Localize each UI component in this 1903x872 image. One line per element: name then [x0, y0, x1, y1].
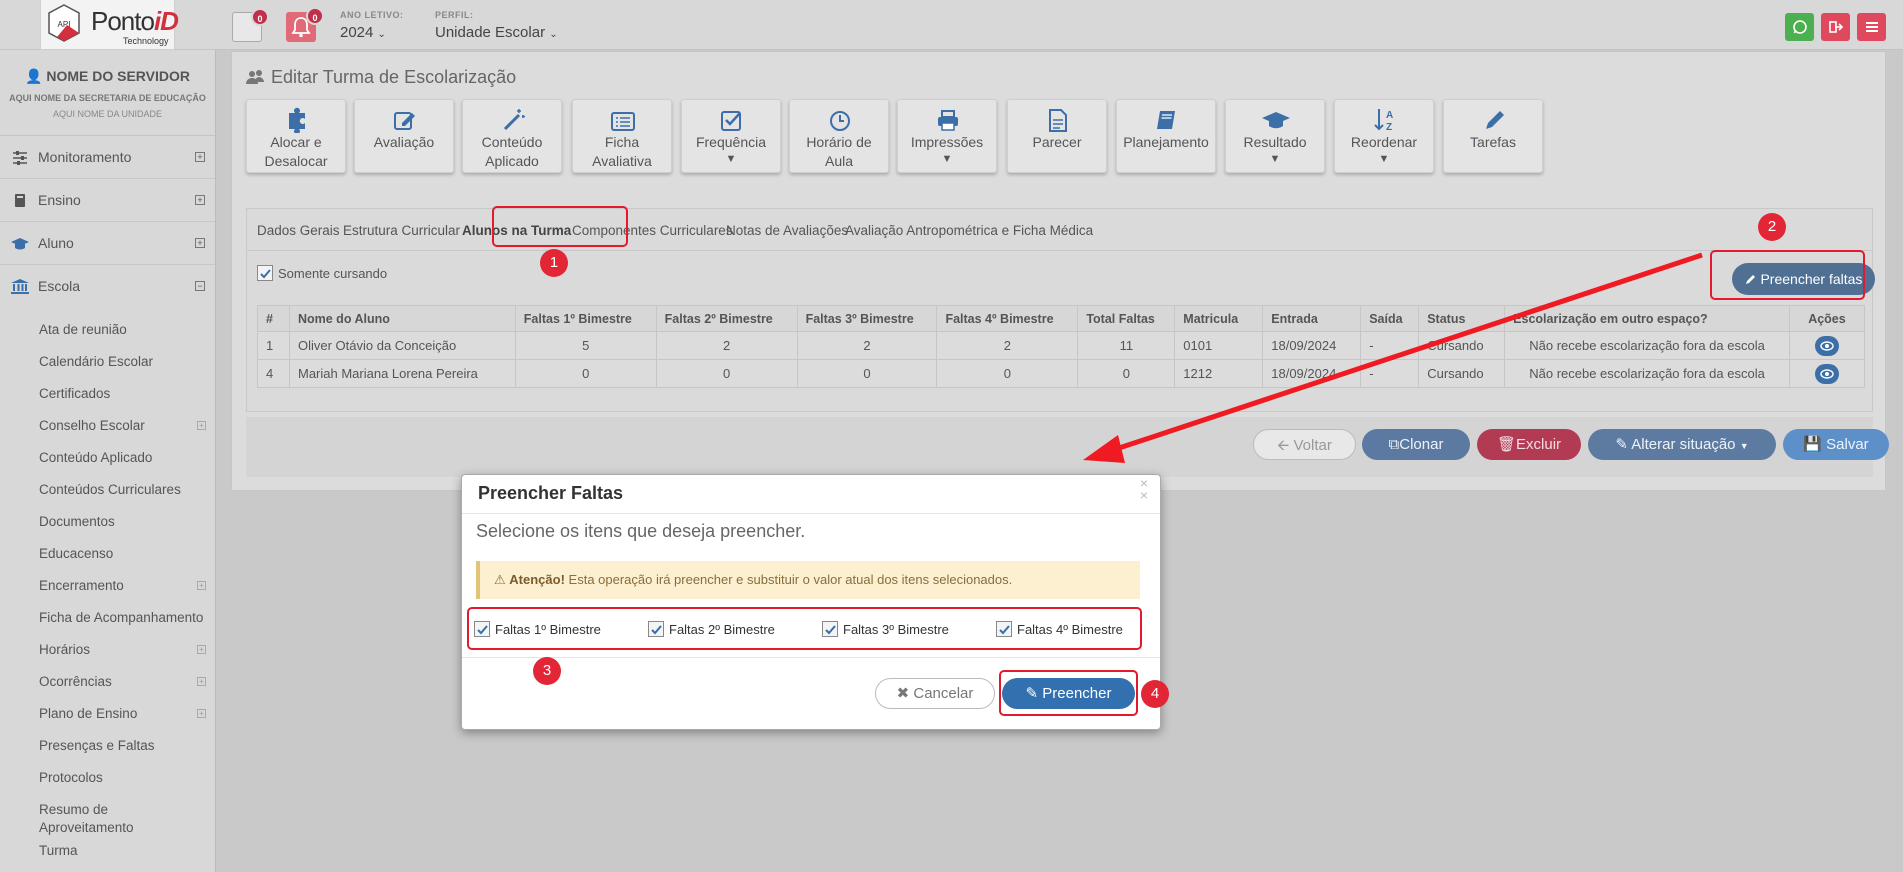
close-icon[interactable]: × ×: [1140, 476, 1148, 502]
annotation-arrow: [1083, 252, 1703, 463]
modal-title: Preencher Faltas: [478, 483, 624, 503]
warning-alert: ⚠ Atenção! Esta operação irá preencher e…: [476, 561, 1140, 599]
divider: [462, 657, 1160, 658]
close-icon: ✖: [896, 685, 910, 702]
step-number: 4: [1141, 680, 1169, 708]
cancel-button[interactable]: ✖ Cancelar: [875, 678, 995, 709]
divider: [462, 513, 1160, 514]
highlight-submit: [999, 670, 1138, 716]
step-number: 3: [533, 657, 561, 685]
modal-subtitle: Selecione os itens que deseja preencher.: [476, 521, 806, 541]
warning-icon: ⚠: [494, 572, 506, 587]
highlight-checkboxes: [467, 607, 1142, 650]
